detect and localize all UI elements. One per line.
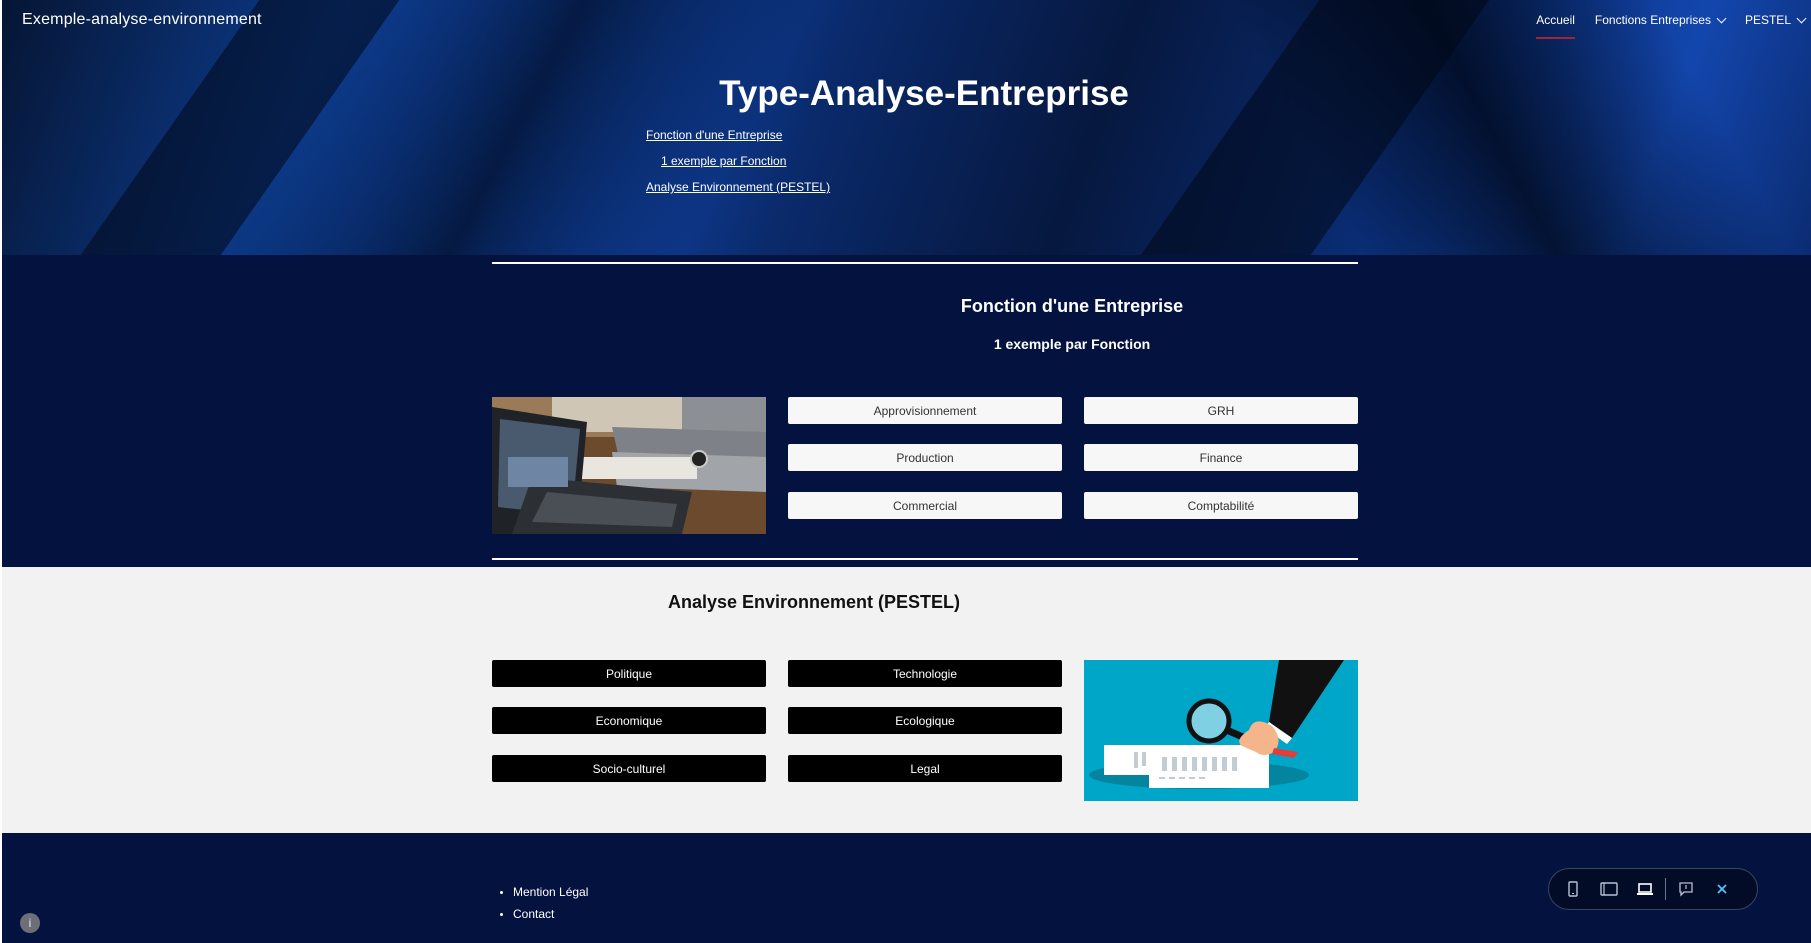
function-button-finance[interactable]: Finance (1084, 444, 1358, 471)
chevron-down-icon (1716, 13, 1727, 23)
phone-view-icon[interactable] (1555, 874, 1591, 904)
pestel-button-technologie[interactable]: Technologie (788, 660, 1062, 687)
pestel-button-socio-culturel[interactable]: Socio-culturel (492, 755, 766, 782)
footer-link-label: Mention Légal (513, 885, 589, 899)
toc-link-fonction[interactable]: Fonction d'une Entreprise (646, 128, 782, 142)
close-icon[interactable] (1704, 874, 1740, 904)
toc-link-pestel[interactable]: Analyse Environnement (PESTEL) (646, 180, 830, 194)
nav-item-label: Fonctions Entreprises (1594, 13, 1711, 27)
site-title[interactable]: Exemple-analyse-environnement (22, 11, 262, 29)
page-title: Type-Analyse-Entreprise (719, 74, 1129, 113)
pestel-button-politique[interactable]: Politique (492, 660, 766, 687)
magnifier-illustration-icon (1084, 660, 1358, 801)
tablet-view-icon[interactable] (1591, 874, 1627, 904)
function-button-commercial[interactable]: Commercial (788, 492, 1062, 519)
function-button-approvisionnement[interactable]: Approvisionnement (788, 397, 1062, 424)
function-button-comptabilite[interactable]: Comptabilité (1084, 492, 1358, 519)
nav-item-pestel[interactable]: PESTEL (1744, 13, 1807, 27)
info-button[interactable]: i (20, 913, 40, 933)
footer-link-label: Contact (513, 907, 555, 921)
view-toolbar (1548, 868, 1758, 910)
pestel-button-economique[interactable]: Economique (492, 707, 766, 734)
hero-shadow-band (1140, 0, 1490, 255)
frame-edge (0, 0, 2, 943)
toc-link-exemple[interactable]: 1 exemple par Fonction (661, 154, 786, 168)
pestel-heading: Analyse Environnement (PESTEL) (667, 592, 961, 612)
laptop-view-icon[interactable] (1627, 874, 1663, 904)
chevron-down-icon (1796, 13, 1807, 23)
nav-item-fonctions-entreprises[interactable]: Fonctions Entreprises (1594, 13, 1727, 27)
laptop-photo-icon (492, 397, 766, 534)
pestel-button-legal[interactable]: Legal (788, 755, 1062, 782)
nav-item-accueil[interactable]: Accueil (1536, 13, 1575, 39)
hero-shadow-band (80, 0, 400, 255)
nav-item-label: Accueil (1536, 13, 1575, 27)
hero-banner: Exemple-analyse-environnement Accueil Fo… (0, 0, 1811, 255)
functions-subheading: 1 exemple par Fonction (993, 336, 1151, 352)
function-button-production[interactable]: Production (788, 444, 1062, 471)
toolbar-separator (1665, 878, 1666, 900)
bullet-icon (500, 913, 503, 916)
divider (492, 262, 1358, 264)
function-button-grh[interactable]: GRH (1084, 397, 1358, 424)
footer-link-mention-legal[interactable]: Mention Légal (500, 885, 589, 899)
functions-heading: Fonction d'une Entreprise (960, 296, 1184, 316)
footer (0, 833, 1811, 943)
feedback-icon[interactable] (1668, 874, 1704, 904)
pestel-button-ecologique[interactable]: Ecologique (788, 707, 1062, 734)
nav-item-label: PESTEL (1744, 13, 1791, 27)
footer-link-contact[interactable]: Contact (500, 907, 555, 921)
divider (492, 558, 1358, 560)
main-nav: Accueil Fonctions Entreprises PESTEL (1536, 13, 1811, 39)
info-icon: i (28, 916, 32, 930)
bullet-icon (500, 891, 503, 894)
